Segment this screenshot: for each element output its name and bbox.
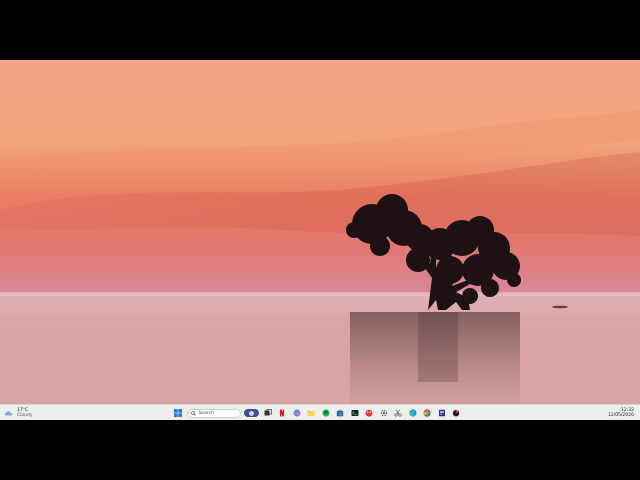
terminal-icon (351, 410, 358, 416)
copilot-app[interactable] (291, 407, 303, 419)
notes-icon (438, 409, 445, 417)
windows-logo-icon (174, 409, 182, 417)
folder-icon (307, 410, 315, 416)
settings-app[interactable] (378, 407, 390, 419)
search-input[interactable]: Search (186, 408, 241, 418)
snipping-app[interactable] (392, 407, 404, 419)
store-app[interactable] (334, 407, 346, 419)
game-icon (452, 410, 460, 417)
system-clock[interactable]: 12:32 12/05/2026 (608, 406, 634, 420)
spotify-app[interactable] (320, 407, 332, 419)
copilot-app-icon (293, 409, 300, 417)
notes-app[interactable] (436, 407, 448, 419)
copilot-button[interactable] (243, 409, 259, 417)
taskbar-center: Search (172, 406, 465, 420)
search-icon (190, 410, 196, 416)
copilot-icon (248, 410, 254, 416)
paint-app[interactable] (363, 407, 375, 419)
search-label: Search (198, 410, 214, 416)
task-view-button[interactable] (262, 407, 274, 419)
paint-icon (365, 409, 373, 417)
letterbox-bottom (0, 420, 640, 480)
weather-condition: Cloudy (17, 413, 33, 418)
letterbox-top (0, 0, 640, 60)
scissors-icon (394, 409, 402, 417)
weather-widget[interactable]: 17°C Cloudy (4, 406, 33, 420)
file-explorer-app[interactable] (305, 407, 317, 419)
edge-icon (408, 409, 417, 417)
game-app[interactable] (450, 407, 462, 419)
spotify-icon (321, 409, 330, 417)
taskbar: 17°C Cloudy Search 12:32 12/05/2026 (0, 404, 640, 420)
gear-icon (380, 409, 387, 417)
netflix-app[interactable] (276, 407, 288, 419)
terminal-app[interactable] (349, 407, 361, 419)
edge-app[interactable] (407, 407, 419, 419)
store-icon (336, 409, 344, 417)
netflix-icon (280, 409, 284, 417)
desktop-wallpaper[interactable] (0, 60, 640, 404)
cloud-icon (4, 411, 13, 416)
clock-date: 12/05/2026 (608, 413, 634, 418)
chrome-icon (423, 409, 431, 417)
desktop-screen: 17°C Cloudy Search 12:32 12/05/2026 (0, 60, 640, 420)
start-button[interactable] (172, 407, 184, 419)
chrome-app[interactable] (421, 407, 433, 419)
task-view-icon (264, 409, 272, 416)
